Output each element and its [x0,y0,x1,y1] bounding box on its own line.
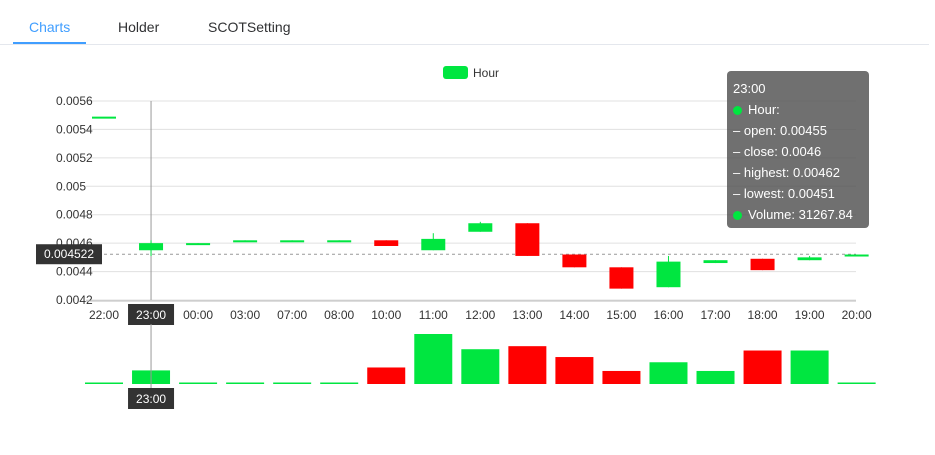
y-tick-label: 0.0052 [56,151,93,165]
x-tick-label: 15:00 [606,308,636,322]
volume-bar [696,370,735,384]
x-tick-label: 13:00 [512,308,542,322]
candle-body [186,243,211,246]
tooltip-time: 23:00 [733,81,766,96]
y-tick-label: 0.0042 [56,293,93,307]
candle-body [750,258,775,271]
volume-bar [320,382,359,384]
candle-body [327,240,352,243]
tooltip-lowest: – lowest: 0.00451 [733,186,835,201]
volume-bar [179,382,218,384]
candle-body [844,254,869,257]
x-tick-label: 12:00 [465,308,495,322]
legend-label: Hour [473,66,499,80]
x-tick-label: 07:00 [277,308,307,322]
candle-body [609,267,634,289]
volume-dot-icon [733,211,742,220]
candle-body [703,260,728,264]
candle-body [139,243,164,251]
tooltip-volume: Volume: 31267.84 [748,207,853,222]
candle-body [656,261,681,288]
series-dot-icon [733,106,742,115]
volume-bar [461,349,500,384]
volume-bar [226,382,265,384]
x-tick-label: 17:00 [701,308,731,322]
volume-bar [367,367,406,384]
volume-bar [273,382,312,384]
crosshair-volume-label: 23:00 [136,392,166,406]
y-tick-label: 0.0054 [56,122,93,136]
candle-body [374,240,399,246]
candle-body [468,223,493,232]
x-tick-label: 16:00 [653,308,683,322]
volume-bar [414,334,453,384]
volume-bar [85,382,123,384]
volume-bar [555,357,594,384]
chart-tooltip: 23:00 Hour: – open: 0.00455 – close: 0.0… [727,71,869,228]
x-tick-label: 18:00 [748,308,778,322]
candle-body [421,238,446,251]
legend-swatch [443,66,468,79]
tooltip-open: – open: 0.00455 [733,123,827,138]
volume-bar [837,382,876,384]
candle-body [562,254,587,268]
x-tick-label: 19:00 [795,308,825,322]
y-tick-label: 0.0044 [56,265,93,279]
candle-body [233,240,258,243]
x-tick-label: 00:00 [183,308,213,322]
x-tick-label: 22:00 [89,308,119,322]
x-tick-label: 20:00 [842,308,872,322]
x-tick-label: 10:00 [371,308,401,322]
y-tick-label: 0.0056 [56,94,93,108]
y-tick-label: 0.0048 [56,208,93,222]
crosshair-y-label: 0.004522 [44,247,94,261]
volume-bar [602,370,641,384]
volume-bar [649,362,688,384]
candle-body [515,223,540,256]
candle-body [797,257,822,261]
volume-bar [743,350,782,384]
crosshair-x-label: 23:00 [136,308,166,322]
x-tick-label: 14:00 [559,308,589,322]
candle-body [280,240,305,243]
tooltip-series-label: Hour: [748,102,780,117]
tooltip-close: – close: 0.0046 [733,144,822,159]
x-tick-label: 03:00 [230,308,260,322]
volume-bar [790,350,829,384]
x-tick-label: 11:00 [419,308,448,322]
tooltip-highest: – highest: 0.00462 [733,165,840,180]
x-tick-label: 08:00 [324,308,354,322]
candle-body [92,116,116,119]
y-tick-label: 0.005 [56,179,86,193]
volume-bar [508,346,547,384]
